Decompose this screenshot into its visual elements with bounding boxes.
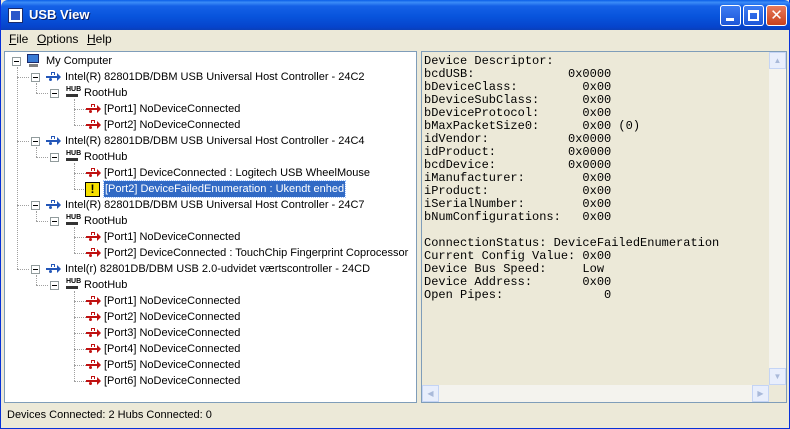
controller-node-label: Intel(R) 82801DB/DBM USB Universal Host … <box>65 199 365 211</box>
title-bar[interactable]: USB View ✕ <box>1 0 790 30</box>
port-node-label: [Port2] NoDeviceConnected <box>104 119 241 131</box>
port-node-label: [Port4] NoDeviceConnected <box>104 343 241 355</box>
window-title: USB View <box>29 7 90 22</box>
tree-connector <box>74 227 75 253</box>
controller-node[interactable]: Intel(R) 82801DB/DBM USB Universal Host … <box>5 197 415 213</box>
port-node[interactable]: [Port5] NoDeviceConnected <box>5 357 415 373</box>
minimize-button[interactable] <box>720 5 741 26</box>
port-node[interactable]: [Port2] NoDeviceConnected <box>5 309 415 325</box>
descriptor-line: Open Pipes: 0 <box>424 288 612 302</box>
horizontal-scrollbar[interactable]: ◀ ▶ <box>422 385 769 402</box>
scroll-corner <box>769 385 786 402</box>
controller-node[interactable]: Intel(r) 82801DB/DBM USB 2.0-udvidet vær… <box>5 261 415 277</box>
roothub-node-label: RootHub <box>84 87 128 99</box>
roothub-node[interactable]: RootHub <box>5 277 415 293</box>
menu-help[interactable]: Help <box>87 32 112 46</box>
tree-connector <box>74 163 75 189</box>
roothub-node-label: RootHub <box>84 151 128 163</box>
roothub-node[interactable]: RootHub <box>5 85 415 101</box>
tree-connector <box>17 67 18 269</box>
menu-file[interactable]: File <box>9 32 28 46</box>
port-node[interactable]: [Port3] NoDeviceConnected <box>5 325 415 341</box>
port-node-label: [Port6] NoDeviceConnected <box>104 375 241 387</box>
controller-node[interactable]: Intel(R) 82801DB/DBM USB Universal Host … <box>5 133 415 149</box>
controller-node-label: Intel(r) 82801DB/DBM USB 2.0-udvidet vær… <box>65 263 371 275</box>
close-button[interactable]: ✕ <box>766 5 787 26</box>
roothub-node-label: RootHub <box>84 279 128 291</box>
roothub-node[interactable]: RootHub <box>5 213 415 229</box>
maximize-button[interactable] <box>743 5 764 26</box>
tree-connector <box>74 291 75 381</box>
port-node-label: [Port1] NoDeviceConnected <box>104 103 241 115</box>
vertical-scrollbar[interactable]: ▲ ▼ <box>769 52 786 385</box>
port-node-label: [Port5] NoDeviceConnected <box>104 359 241 371</box>
usb-app-icon <box>8 8 23 23</box>
tree-root-label: My Computer <box>46 55 113 67</box>
status-bar: Devices Connected: 2 Hubs Connected: 0 <box>4 405 787 425</box>
controller-node-label: Intel(R) 82801DB/DBM USB Universal Host … <box>65 135 365 147</box>
port-node[interactable]: [Port2] DeviceFailedEnumeration : Ukendt… <box>5 180 415 198</box>
descriptor-panel[interactable]: ▲ ▼ ◀ ▶ Device Descriptor: bcdUSB: 0x0000… <box>421 51 787 403</box>
roothub-node[interactable]: RootHub <box>5 149 415 165</box>
port-node-label: [Port1] NoDeviceConnected <box>104 295 241 307</box>
maximize-icon <box>748 10 759 21</box>
scroll-up-icon[interactable]: ▲ <box>769 52 786 69</box>
port-node[interactable]: [Port1] DeviceConnected : Logitech USB W… <box>5 165 415 181</box>
port-node[interactable]: [Port1] NoDeviceConnected <box>5 101 415 117</box>
port-node[interactable]: [Port1] NoDeviceConnected <box>5 229 415 245</box>
usbview-window: USB View ✕ File Options Help My Computer… <box>0 0 790 429</box>
tree-connector <box>74 99 75 125</box>
minimize-icon <box>726 18 734 21</box>
menu-bar: File Options Help <box>1 30 790 49</box>
status-text: Devices Connected: 2 Hubs Connected: 0 <box>7 409 212 421</box>
port-node-label: [Port2] DeviceFailedEnumeration : Ukendt… <box>102 180 347 198</box>
port-node[interactable]: [Port2] NoDeviceConnected <box>5 117 415 133</box>
descriptor-line: bNumConfigurations: 0x00 <box>424 210 612 224</box>
port-node-label: [Port1] NoDeviceConnected <box>104 231 241 243</box>
port-node-label: [Port3] NoDeviceConnected <box>104 327 241 339</box>
close-icon: ✕ <box>770 6 783 24</box>
controller-node[interactable]: Intel(R) 82801DB/DBM USB Universal Host … <box>5 69 415 85</box>
tree-root[interactable]: My Computer <box>5 53 415 69</box>
scroll-left-icon[interactable]: ◀ <box>422 385 439 402</box>
device-tree[interactable]: My Computer Intel(R) 82801DB/DBM USB Univ… <box>4 51 417 403</box>
port-node[interactable]: [Port6] NoDeviceConnected <box>5 373 415 389</box>
roothub-node-label: RootHub <box>84 215 128 227</box>
port-node[interactable]: [Port4] NoDeviceConnected <box>5 341 415 357</box>
port-node-label: [Port2] DeviceConnected : TouchChip Fing… <box>104 247 409 259</box>
port-node-label: [Port2] NoDeviceConnected <box>104 311 241 323</box>
scroll-right-icon[interactable]: ▶ <box>752 385 769 402</box>
port-node-label: [Port1] DeviceConnected : Logitech USB W… <box>104 167 370 179</box>
menu-options[interactable]: Options <box>37 32 78 46</box>
scroll-down-icon[interactable]: ▼ <box>769 368 786 385</box>
controller-node-label: Intel(R) 82801DB/DBM USB Universal Host … <box>65 71 365 83</box>
port-node[interactable]: [Port1] NoDeviceConnected <box>5 293 415 309</box>
port-node[interactable]: [Port2] DeviceConnected : TouchChip Fing… <box>5 245 415 261</box>
